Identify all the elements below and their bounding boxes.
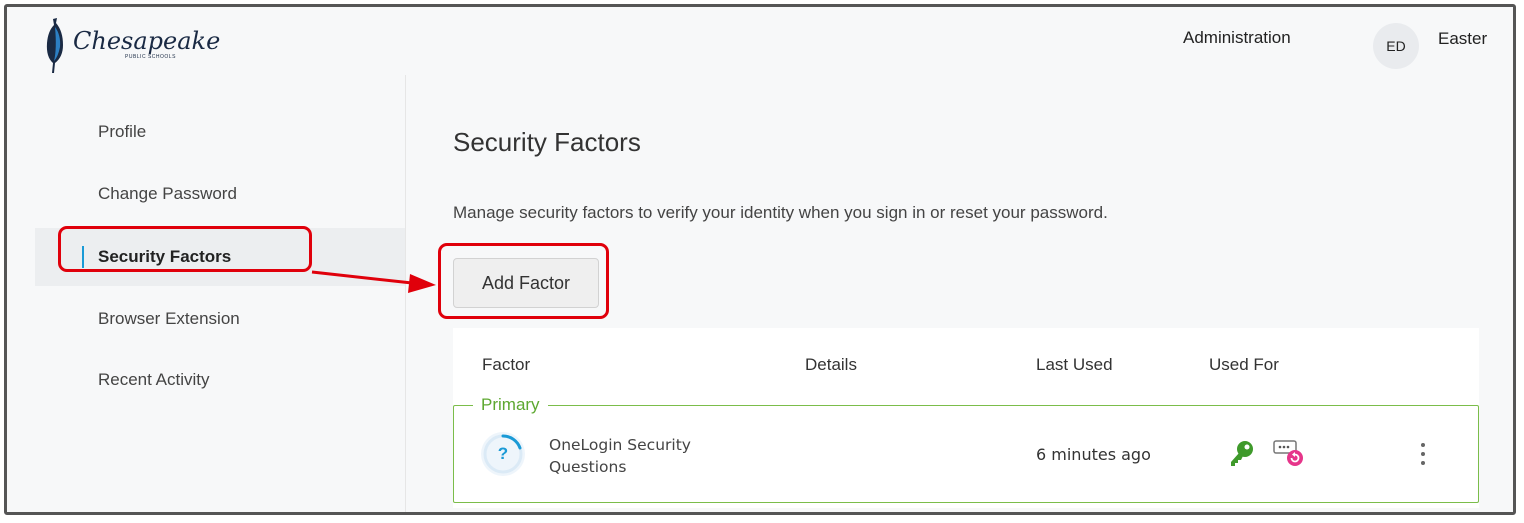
annotation-arrow <box>311 270 436 293</box>
